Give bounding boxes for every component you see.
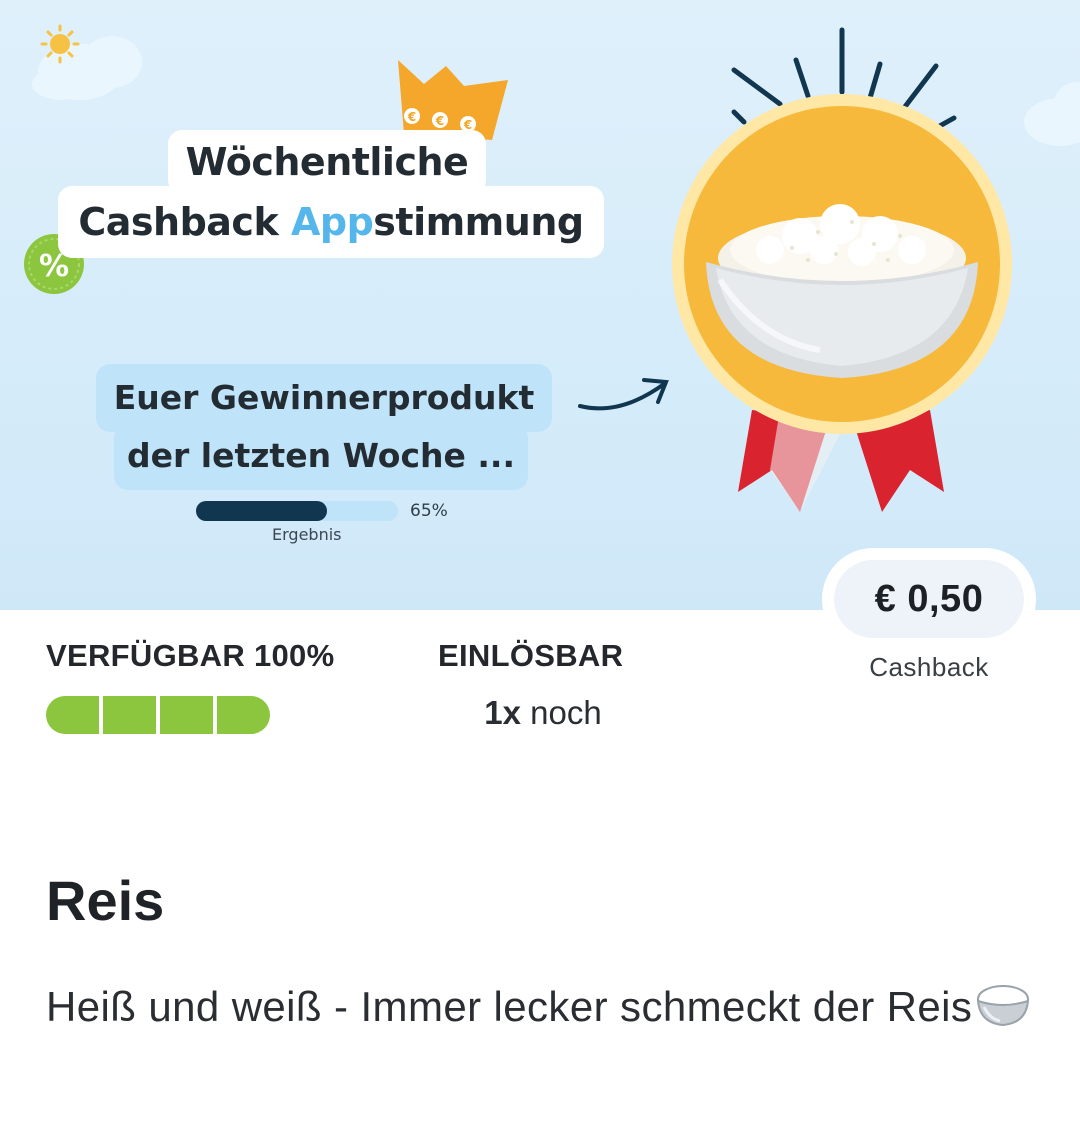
arrow-icon <box>578 378 669 411</box>
redeemable-label: EINLÖSBAR <box>438 638 624 673</box>
cashback-price-badge: € 0,50 <box>822 548 1036 650</box>
banner-title-accent: App <box>290 200 374 244</box>
result-progress-bar <box>196 501 398 521</box>
banner-artwork: € € € % <box>24 24 1080 512</box>
redeemable-count: 1x noch <box>438 694 648 732</box>
cloud-icon <box>1024 82 1080 146</box>
cashback-caption: Cashback <box>869 652 989 682</box>
svg-text:€: € <box>435 114 444 128</box>
svg-text:€: € <box>407 110 416 124</box>
winner-caption-line2: der letzten Woche ... <box>114 424 528 490</box>
cashback-price: € 0,50 <box>834 560 1024 638</box>
banner-title-line2: Cashback Appstimmung <box>58 186 604 258</box>
banner-title-line1: Wöchentliche <box>168 130 486 194</box>
result-label: Ergebnis <box>272 525 342 544</box>
redeemable-count-suffix: noch <box>530 694 602 731</box>
banner-title-prefix: Cashback <box>78 200 291 244</box>
product-description-text: Heiß und weiß - Immer lecker schmeckt de… <box>46 983 973 1030</box>
availability-segment <box>160 696 213 734</box>
product-title: Reis <box>46 869 165 932</box>
availability-segment <box>217 696 270 734</box>
product-description: Heiß und weiß - Immer lecker schmeckt de… <box>46 978 1036 1036</box>
redeemable-count-value: 1x <box>484 694 521 731</box>
crown-icon: € € € <box>398 60 508 140</box>
result-percent: 65% <box>410 501 448 521</box>
rice-bowl-icon <box>977 985 1030 1027</box>
promo-banner: € € € % Wöchentliche Cashback Appstimmun… <box>0 0 1080 610</box>
winner-caption-line1: Euer Gewinnerprodukt <box>96 364 552 432</box>
availability-bar <box>46 696 270 734</box>
cloud-icon <box>32 36 142 100</box>
sun-icon <box>40 24 80 64</box>
result-progress-fill <box>196 501 328 521</box>
banner-title-suffix: stimmung <box>373 200 584 244</box>
availability-segment <box>46 696 99 734</box>
availability-label: VERFÜGBAR 100% <box>46 638 335 673</box>
availability-segment <box>103 696 156 734</box>
